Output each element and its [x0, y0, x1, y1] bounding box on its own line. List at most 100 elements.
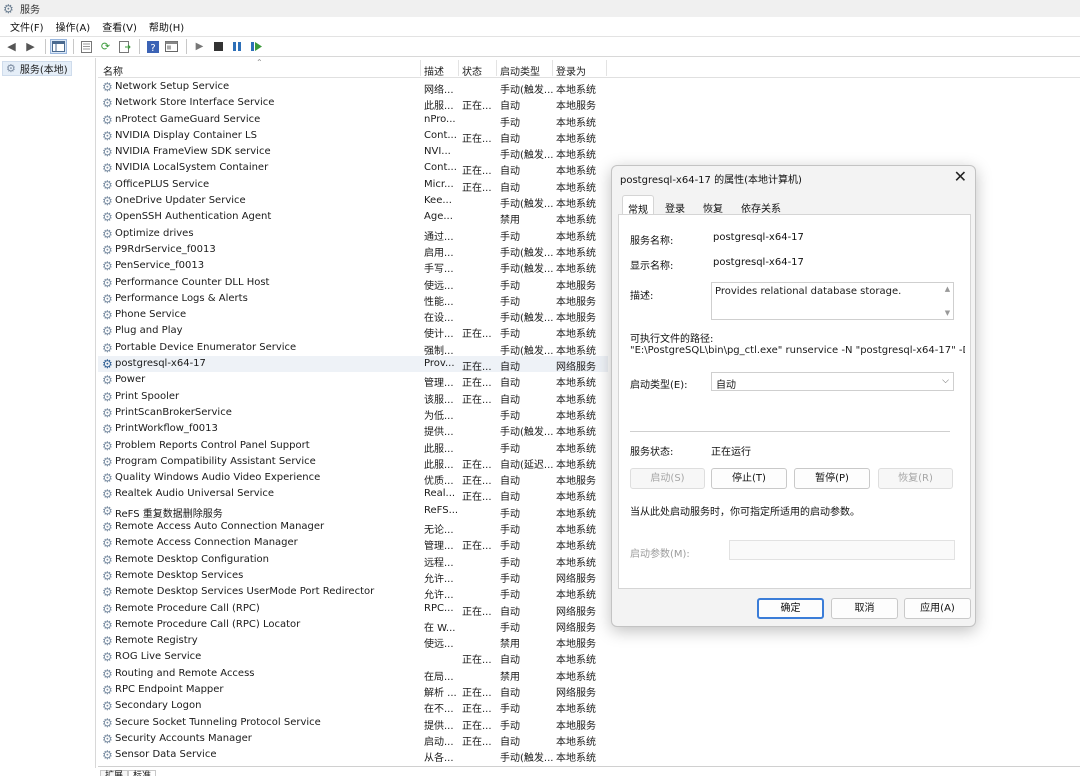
column-divider[interactable] [458, 60, 459, 76]
column-divider[interactable] [496, 60, 497, 76]
table-row[interactable]: ⚙ Remote Desktop Configuration 远程... 手动 本地系统 [98, 552, 608, 569]
table-row[interactable]: ⚙ Print Spooler 该服... 正在... 自动 本地系统 [98, 389, 608, 406]
column-divider[interactable] [420, 60, 421, 76]
start-service-icon[interactable]: ▶ [191, 39, 208, 54]
table-row[interactable]: ⚙ Phone Service 在设... 手动(触发... 本地服务 [98, 307, 608, 324]
table-row[interactable]: ⚙ ReFS 重复数据删除服务 ReFS... 手动 本地系统 [98, 503, 608, 520]
table-row[interactable]: ⚙ Program Compatibility Assistant Service… [98, 454, 608, 471]
table-row[interactable]: ⚙ Quality Windows Audio Video Experience 优… [98, 470, 608, 487]
table-row[interactable]: ⚙ Performance Counter DLL Host 使远... 手动 本地服务 [98, 275, 608, 292]
table-row[interactable]: ⚙ Remote Desktop Services UserMode Port R… [98, 584, 608, 601]
properties-sheet-icon[interactable] [78, 39, 95, 54]
gear-icon: ⚙ [102, 634, 113, 649]
table-row[interactable]: ⚙ OneDrive Updater Service Kee... 手动(触发... 本… [98, 193, 608, 210]
stop-service-icon[interactable] [210, 39, 227, 54]
table-row[interactable]: ⚙ OpenSSH Authentication Agent Age... 禁用 本地系… [98, 209, 608, 226]
refresh-icon[interactable]: ⟳ [97, 39, 114, 54]
table-row[interactable]: ⚙ PrintWorkflow_f0013 提供... 手动(触发... 本地系统 [98, 421, 608, 438]
table-row[interactable]: ⚙ Realtek Audio Universal Service Real... 正… [98, 486, 608, 503]
column-header-logon-as[interactable]: 登录为 [556, 63, 586, 78]
table-row[interactable]: ⚙ Optimize drives 通过... 手动 本地系统 [98, 226, 608, 243]
column-divider[interactable] [552, 60, 553, 76]
service-logon-as: 网络服务 [556, 606, 596, 618]
table-row[interactable]: ⚙ NVIDIA Display Container LS Cont... 正在...… [98, 128, 608, 145]
table-row[interactable]: ⚙ Remote Procedure Call (RPC) Locator 在 W.… [98, 617, 608, 634]
start-params-input[interactable] [729, 540, 955, 560]
table-row[interactable]: ⚙ PenService_f0013 手写... 手动(触发... 本地系统 [98, 258, 608, 275]
description-box[interactable]: Provides relational database storage. ▲ ▼ [711, 282, 954, 320]
resume-button[interactable]: 恢复(R) [878, 468, 953, 489]
pause-button[interactable]: 暂停(P) [794, 468, 870, 489]
table-row[interactable]: ⚙ postgresql-x64-17 Prov... 正在... 自动 网络服务 [98, 356, 608, 373]
startup-type-select[interactable]: 自动 ⌵ [711, 372, 954, 391]
tab-dependencies[interactable]: 依存关系 [736, 195, 786, 215]
tab-standard[interactable]: 标准 [128, 770, 157, 776]
start-button[interactable]: 启动(S) [630, 468, 705, 489]
table-row[interactable]: ⚙ Sensor Data Service 从各... 手动(触发... 本地系统 [98, 747, 608, 764]
service-startup-type: 自动 [500, 394, 520, 406]
service-description: Cont... [424, 162, 457, 174]
table-row[interactable]: ⚙ P9RdrService_f0013 启用... 手动(触发... 本地系统 [98, 242, 608, 259]
tab-logon[interactable]: 登录 [660, 195, 690, 215]
table-row[interactable]: ⚙ Power 管理... 正在... 自动 本地系统 [98, 372, 608, 389]
forward-arrow-icon[interactable]: ▶ [22, 39, 39, 54]
service-description: RPC... [424, 602, 454, 614]
table-row[interactable]: ⚙ Secondary Logon 在不... 正在... 手动 本地系统 [98, 698, 608, 716]
ok-button[interactable]: 确定 [757, 598, 824, 619]
column-divider[interactable] [606, 60, 607, 76]
table-row[interactable]: ⚙ PrintScanBrokerService 为低... 手动 本地系统 [98, 405, 608, 422]
menu-help[interactable]: 帮助(H) [143, 19, 190, 34]
menu-action[interactable]: 操作(A) [50, 19, 97, 34]
gear-icon: ⚙ [102, 194, 113, 209]
tab-recovery[interactable]: 恢复 [698, 195, 728, 215]
column-header-status[interactable]: 状态 [462, 63, 482, 78]
column-header-startup-type[interactable]: 启动类型 [500, 63, 540, 78]
export-list-icon[interactable] [116, 39, 133, 54]
table-row[interactable]: ⚙ Portable Device Enumerator Service 强制...… [98, 340, 608, 357]
tab-general[interactable]: 常规 [622, 195, 654, 216]
close-icon[interactable]: ✕ [954, 167, 967, 186]
table-row[interactable]: ⚙ Remote Procedure Call (RPC) RPC... 正在... 自… [98, 601, 608, 618]
table-row[interactable]: ⚙ ROG Live Service 正在... 自动 本地系统 [98, 649, 608, 666]
tab-extended[interactable]: 扩展 [100, 770, 129, 776]
table-row[interactable]: ⚙ Network Store Interface Service 此服... 正在.… [98, 95, 608, 112]
table-row[interactable]: ⚙ Remote Access Auto Connection Manager 无论… [98, 519, 608, 536]
service-startup-type: 手动 [500, 329, 520, 341]
menu-file[interactable]: 文件(F) [4, 19, 50, 34]
table-row[interactable]: ⚙ OfficePLUS Service Micr... 正在... 自动 本地系统 [98, 177, 608, 194]
console-tree-icon[interactable] [50, 39, 67, 54]
cancel-button[interactable]: 取消 [831, 598, 898, 619]
table-row[interactable]: ⚙ NVIDIA FrameView SDK service NVI... 手动(触发… [98, 144, 608, 161]
table-row[interactable]: ⚙ Remote Registry 使远... 禁用 本地服务 [98, 633, 608, 650]
table-row[interactable]: ⚙ Performance Logs & Alerts 性能... 手动 本地服务 [98, 291, 608, 308]
service-name: Remote Desktop Services [115, 569, 244, 581]
service-logon-as: 本地系统 [556, 508, 596, 520]
description-scrollbar[interactable]: ▲ ▼ [942, 283, 953, 319]
service-name: Remote Desktop Configuration [115, 553, 269, 565]
menu-view[interactable]: 查看(V) [96, 19, 143, 34]
help-icon[interactable]: ? [144, 39, 161, 54]
table-row[interactable]: ⚙ Problem Reports Control Panel Support 此服… [98, 438, 608, 455]
back-arrow-icon[interactable]: ◀ [3, 39, 20, 54]
column-header-description[interactable]: 描述 [424, 63, 444, 78]
table-row[interactable]: ⚙ NVIDIA LocalSystem Container Cont... 正在..… [98, 160, 608, 177]
table-row[interactable]: ⚙ Security Accounts Manager 启动... 正在... 自动 本地… [98, 731, 608, 748]
pause-service-icon[interactable] [229, 39, 246, 54]
table-row[interactable]: ⚙ Remote Access Connection Manager 管理... 正在… [98, 535, 608, 552]
restart-service-icon[interactable] [248, 39, 265, 54]
apply-button[interactable]: 应用(A) [904, 598, 971, 619]
show-hide-pane-icon[interactable] [163, 39, 180, 54]
table-row[interactable]: ⚙ Secure Socket Tunneling Protocol Servic… [98, 715, 608, 732]
table-row[interactable]: ⚙ RPC Endpoint Mapper 解析 ... 正在... 自动 网络服务 [98, 682, 608, 699]
tree-node-services-local[interactable]: ⚙ 服务(本地) [2, 61, 72, 76]
table-row[interactable]: ⚙ nProtect GameGuard Service nPro... 手动 本地系统 [98, 112, 608, 129]
service-description: 在不... [424, 704, 454, 716]
table-row[interactable]: ⚙ Network Setup Service 网络... 手动(触发... 本地系统 [98, 79, 608, 96]
column-header-name[interactable]: 名称 [103, 63, 123, 78]
table-row[interactable]: ⚙ Plug and Play 使计... 正在... 手动 本地系统 [98, 323, 608, 341]
service-startup-type: 自动 [500, 182, 520, 194]
table-row[interactable]: ⚙ Remote Desktop Services 允许... 手动 网络服务 [98, 568, 608, 585]
table-row[interactable]: ⚙ Routing and Remote Access 在局... 禁用 本地系统 [98, 666, 608, 683]
menu-bar: 文件(F) 操作(A) 查看(V) 帮助(H) [0, 17, 1080, 36]
stop-button[interactable]: 停止(T) [711, 468, 787, 489]
